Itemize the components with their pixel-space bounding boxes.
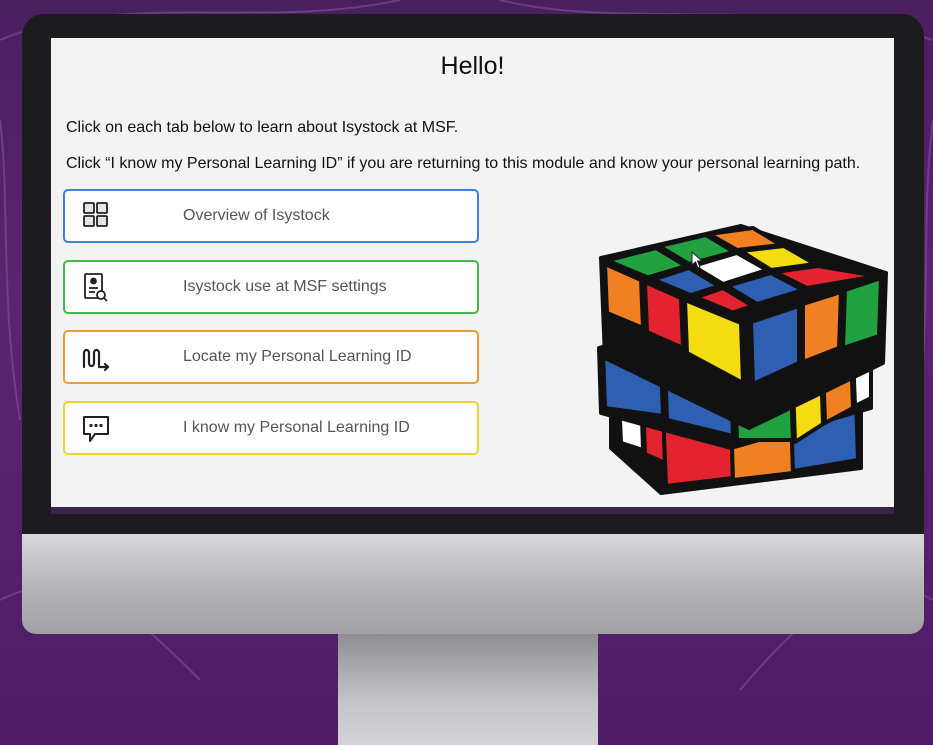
tab-locate-id-label: Locate my Personal Learning ID — [183, 348, 412, 365]
grid-icon — [83, 202, 108, 227]
tab-locate-id[interactable]: Locate my Personal Learning ID — [63, 330, 479, 384]
tab-know-id[interactable]: I know my Personal Learning ID — [63, 401, 479, 455]
document-search-icon — [84, 273, 108, 302]
path-arrow-icon — [82, 348, 110, 372]
monitor-stand — [338, 634, 598, 745]
screen: Hello! Click on each tab below to learn … — [51, 38, 894, 514]
chat-bubble-icon — [83, 416, 109, 442]
page-title: Hello! — [440, 52, 505, 80]
tab-msf-settings[interactable]: Isystock use at MSF settings — [63, 260, 479, 314]
rubiks-cube-illustration — [597, 224, 888, 495]
tab-overview-label: Overview of Isystock — [183, 207, 330, 224]
tab-msf-settings-label: Isystock use at MSF settings — [183, 278, 387, 295]
screen-bottom-bar — [51, 507, 894, 514]
mouse-cursor-icon — [691, 251, 704, 269]
monitor-chin — [22, 534, 924, 634]
tab-overview[interactable]: Overview of Isystock — [63, 189, 479, 243]
instruction-text: Click “I know my Personal Learning ID” i… — [66, 155, 861, 172]
tab-know-id-label: I know my Personal Learning ID — [183, 419, 410, 436]
intro-text: Click on each tab below to learn about I… — [66, 119, 459, 136]
